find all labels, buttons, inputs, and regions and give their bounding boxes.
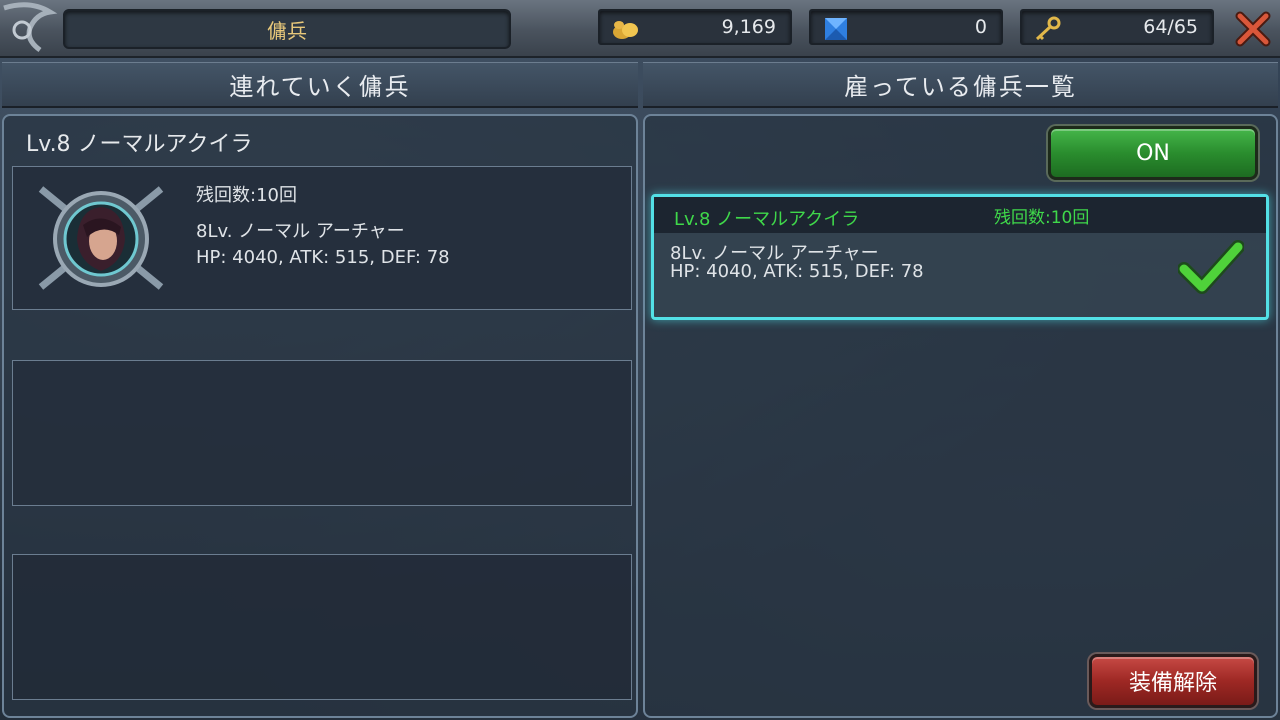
gold-counter: 9,169 — [598, 9, 792, 45]
coins-icon — [613, 21, 638, 39]
close-button[interactable] — [1232, 8, 1274, 50]
top-bar: 傭兵 9,169 0 64/65 — [0, 0, 1280, 58]
hired-mercenary-card[interactable]: Lv.8 ノーマルアクイラ 残回数:10回 8Lv. ノーマル アーチャー HP… — [651, 194, 1269, 320]
gem-value: 0 — [974, 16, 987, 38]
hired-mercenary-list-panel: ON Lv.8 ノーマルアクイラ 残回数:10回 8Lv. ノーマル アーチャー… — [643, 114, 1278, 718]
close-icon — [1235, 11, 1271, 47]
card-header: Lv.8 ノーマルアクイラ 残回数:10回 — [654, 197, 1266, 233]
mercenary-slot-1[interactable]: 残回数:10回 8Lv. ノーマル アーチャー HP: 4040, ATK: 5… — [12, 166, 632, 310]
left-section-header: 連れていく傭兵 — [2, 62, 638, 108]
mercenary-slot-2[interactable] — [12, 360, 632, 506]
mercenary-portrait — [38, 186, 164, 290]
card-merc-name: Lv.8 ノーマルアクイラ — [674, 209, 860, 230]
selected-mercenary-panel: Lv.8 ノーマルアクイラ 残回数:10回 8Lv. ノーマル アーチャー HP… — [2, 114, 638, 718]
card-merc-remaining: 残回数:10回 — [994, 208, 1090, 228]
check-icon — [1178, 240, 1244, 294]
page-title: 傭兵 — [63, 9, 511, 49]
gem-counter: 0 — [809, 9, 1003, 45]
toggle-on-button[interactable]: ON — [1048, 126, 1258, 180]
selected-merc-remaining: 残回数:10回 — [196, 185, 297, 206]
ornament-icon — [3, 2, 58, 53]
right-section-header: 雇っている傭兵一覧 — [643, 62, 1278, 108]
gold-value: 9,169 — [721, 16, 776, 38]
selected-merc-stats: HP: 4040, ATK: 515, DEF: 78 — [196, 247, 450, 268]
mercenary-slot-3[interactable] — [12, 554, 632, 700]
selected-merc-name: Lv.8 ノーマルアクイラ — [26, 132, 253, 157]
selected-merc-class: 8Lv. ノーマル アーチャー — [196, 221, 405, 242]
unequip-button[interactable]: 装備解除 — [1089, 654, 1257, 708]
key-icon — [1035, 16, 1061, 41]
card-merc-stats: HP: 4040, ATK: 515, DEF: 78 — [670, 261, 924, 282]
gem-icon — [825, 18, 847, 40]
key-value: 64/65 — [1143, 16, 1198, 38]
key-counter: 64/65 — [1020, 9, 1214, 45]
